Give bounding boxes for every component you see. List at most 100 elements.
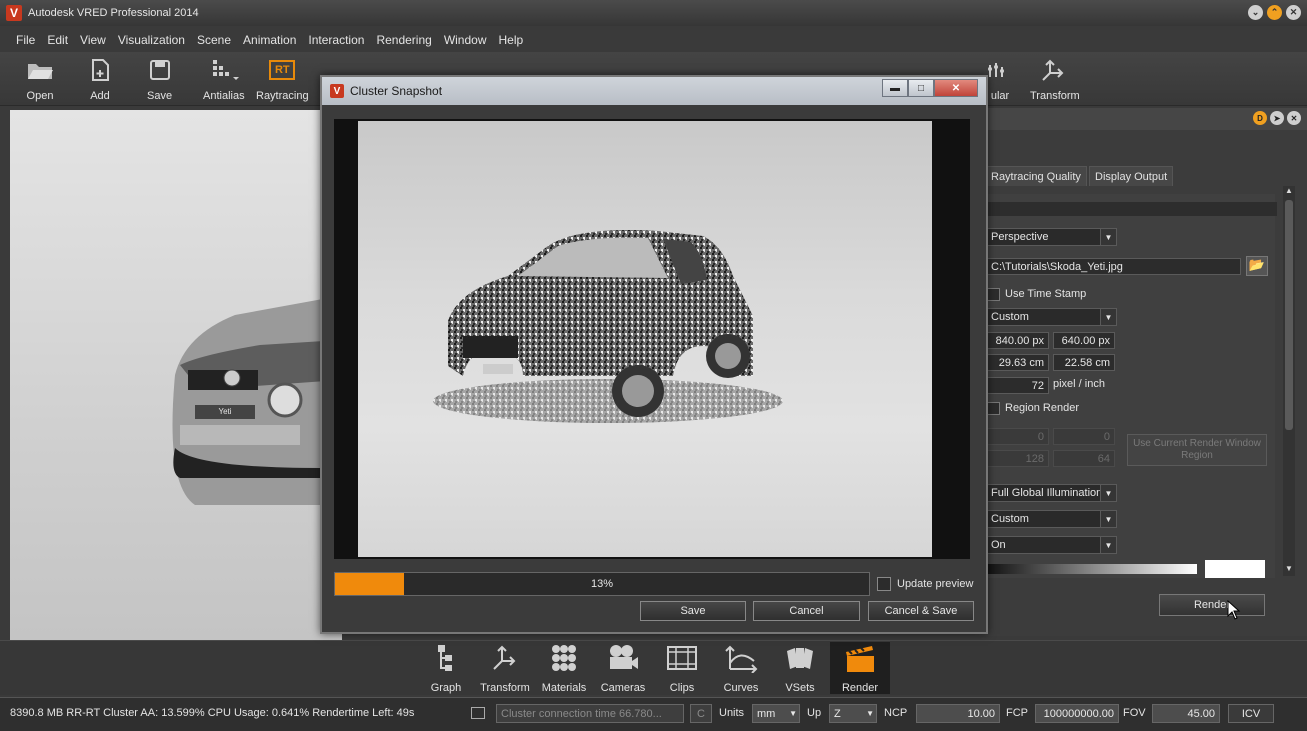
region-w-field: 128 — [987, 450, 1049, 467]
scroll-down-icon[interactable]: ▼ — [1283, 564, 1295, 576]
menu-window[interactable]: Window — [438, 33, 493, 47]
mouse-cursor-icon — [1227, 600, 1241, 620]
menu-view[interactable]: View — [74, 33, 112, 47]
tab-display-output[interactable]: Display Output — [1089, 166, 1174, 186]
dock-vsets[interactable]: VSets — [770, 642, 830, 694]
height-px-field[interactable]: 640.00 px — [1053, 332, 1115, 349]
dock-icon[interactable]: D — [1253, 111, 1267, 125]
menu-animation[interactable]: Animation — [237, 33, 302, 47]
quality-preset-select[interactable]: Custom ▼ — [987, 510, 1117, 528]
window-controls: ⌄ ⌃ ✕ — [1248, 5, 1301, 20]
settings-area: Perspective ▼ C:\Tutorials\Skoda_Yeti.jp… — [975, 194, 1277, 578]
progress-label: 13% — [590, 578, 614, 590]
region-render-checkbox[interactable] — [987, 402, 1000, 415]
render-viewport[interactable]: Yeti — [10, 110, 345, 640]
scroll-up-icon[interactable]: ▲ — [1283, 186, 1295, 198]
dialog-title-bar[interactable]: V Cluster Snapshot ▬ □ ✕ — [322, 77, 986, 105]
chevron-down-icon: ▼ — [1100, 485, 1116, 501]
save-button[interactable]: Save — [640, 601, 746, 621]
close-panel-icon[interactable]: ✕ — [1287, 111, 1301, 125]
dock-transform[interactable]: Transform — [475, 642, 535, 694]
add-button[interactable]: Add — [89, 56, 111, 102]
units-select[interactable]: mm ▼ — [752, 704, 800, 723]
size-preset-select[interactable]: Custom ▼ — [987, 308, 1117, 326]
use-current-region-button: Use Current Render Window Region — [1127, 434, 1267, 466]
use-time-stamp-checkbox[interactable] — [987, 288, 1000, 301]
float-icon[interactable]: ➤ — [1270, 111, 1284, 125]
menu-visualization[interactable]: Visualization — [112, 33, 191, 47]
quality-preset-value: Custom — [991, 513, 1029, 525]
render-button[interactable]: Render — [1159, 594, 1265, 616]
toggle-value: On — [991, 539, 1006, 551]
up-axis-select[interactable]: Z ▼ — [829, 704, 877, 723]
dock-clips[interactable]: Clips — [652, 642, 712, 694]
status-info: 8390.8 MB RR-RT Cluster AA: 13.599% CPU … — [10, 707, 415, 719]
output-file-field[interactable]: C:\Tutorials\Skoda_Yeti.jpg — [987, 258, 1241, 275]
dock-curves[interactable]: Curves — [711, 642, 771, 694]
add-file-icon — [89, 56, 111, 84]
antialias-button[interactable]: Antialias — [203, 56, 245, 102]
open-button[interactable]: Open — [26, 56, 54, 102]
menu-rendering[interactable]: Rendering — [370, 33, 437, 47]
dock-cameras[interactable]: Cameras — [593, 642, 653, 694]
cancel-and-save-button[interactable]: Cancel & Save — [868, 601, 974, 621]
ncp-field[interactable]: 10.00 — [916, 704, 1000, 723]
menu-help[interactable]: Help — [493, 33, 530, 47]
menu-scene[interactable]: Scene — [191, 33, 237, 47]
panel-header: D ➤ ✕ — [975, 108, 1307, 130]
dpi-field[interactable]: 72 — [987, 377, 1049, 394]
menu-edit[interactable]: Edit — [41, 33, 74, 47]
chevron-down-icon: ▼ — [1100, 229, 1116, 245]
gradient-slider[interactable] — [987, 564, 1197, 574]
units-value: mm — [757, 707, 776, 720]
dock-materials[interactable]: Materials — [534, 642, 594, 694]
panel-controls: D ➤ ✕ — [1253, 111, 1301, 125]
console-icon[interactable] — [471, 707, 485, 719]
raytracing-button[interactable]: RT Raytracing — [256, 56, 309, 102]
chevron-down-icon: ▼ — [1100, 511, 1116, 527]
illumination-select[interactable]: Full Global Illumination ▼ — [987, 484, 1117, 502]
panel-scrollbar[interactable]: ▲ ▼ — [1283, 186, 1295, 576]
width-px-field[interactable]: 840.00 px — [987, 332, 1049, 349]
scroll-thumb[interactable] — [1285, 200, 1293, 430]
cluster-snapshot-dialog: V Cluster Snapshot ▬ □ ✕ 13% Update prev… — [320, 75, 988, 634]
color-swatch[interactable] — [1205, 560, 1265, 578]
tab-raytracing-quality[interactable]: Raytracing Quality — [985, 166, 1087, 186]
dock-vsets-label: VSets — [785, 682, 815, 694]
up-label: Up — [807, 707, 822, 719]
camera-mode-value: Perspective — [991, 231, 1049, 243]
cancel-button[interactable]: Cancel — [753, 601, 860, 621]
specular-button[interactable]: ular — [986, 56, 1014, 102]
width-cm-field[interactable]: 29.63 cm — [987, 354, 1049, 371]
minimize-icon[interactable]: ⌄ — [1248, 5, 1263, 20]
fcp-label: FCP — [1006, 707, 1028, 719]
vsets-icon — [783, 642, 817, 674]
dialog-minimize-icon[interactable]: ▬ — [882, 79, 908, 97]
menu-interaction[interactable]: Interaction — [302, 33, 370, 47]
transform-button[interactable]: Transform — [1030, 56, 1080, 102]
fcp-field[interactable]: 100000000.00 — [1035, 704, 1119, 723]
dock-transform-label: Transform — [480, 682, 530, 694]
dialog-controls: ▬ □ ✕ — [882, 79, 978, 97]
restore-icon[interactable]: ⌃ — [1267, 5, 1282, 20]
antialias-icon — [209, 56, 239, 84]
render-progress-bar: 13% — [334, 572, 870, 596]
save-button[interactable]: Save — [147, 56, 172, 102]
browse-folder-icon[interactable]: 📂 — [1246, 256, 1268, 276]
dialog-maximize-icon[interactable]: □ — [908, 79, 934, 97]
dock-graph[interactable]: Graph — [416, 642, 476, 694]
c-button[interactable]: C — [690, 704, 712, 723]
height-cm-field[interactable]: 22.58 cm — [1053, 354, 1115, 371]
update-preview-checkbox[interactable] — [877, 577, 891, 591]
fov-label: FOV — [1123, 707, 1146, 719]
size-preset-value: Custom — [991, 311, 1029, 323]
dialog-close-icon[interactable]: ✕ — [934, 79, 978, 97]
menu-file[interactable]: File — [10, 33, 41, 47]
dock-render[interactable]: Render — [830, 642, 890, 694]
fov-field[interactable]: 45.00 — [1152, 704, 1220, 723]
close-icon[interactable]: ✕ — [1286, 5, 1301, 20]
camera-mode-select[interactable]: Perspective ▼ — [987, 228, 1117, 246]
toggle-select[interactable]: On ▼ — [987, 536, 1117, 554]
icv-button[interactable]: ICV — [1228, 704, 1274, 723]
antialias-label: Antialias — [203, 90, 245, 102]
